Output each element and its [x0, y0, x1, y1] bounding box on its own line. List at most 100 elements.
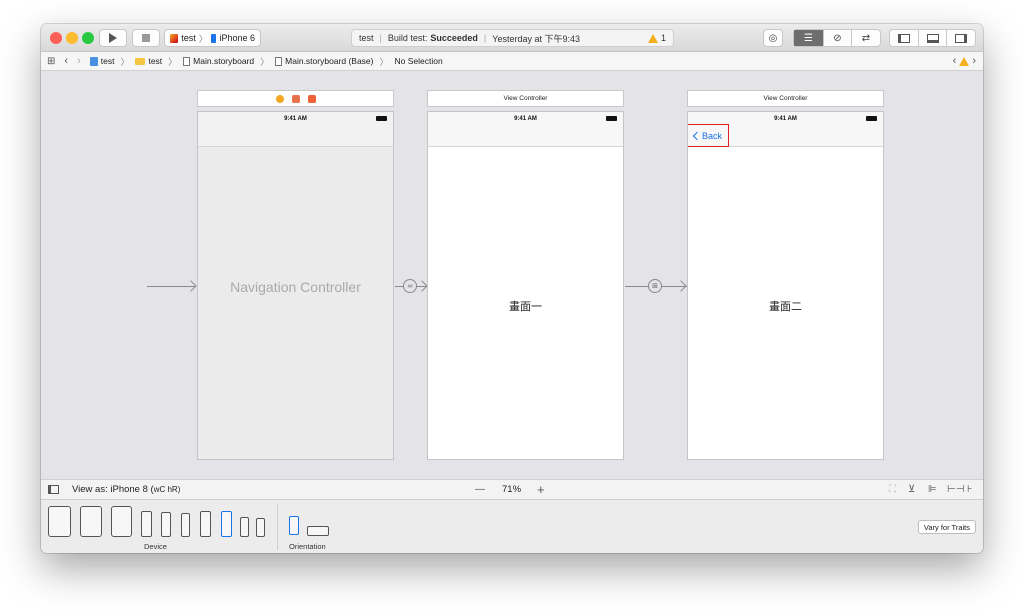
status-bar: 9:41 AM	[198, 112, 393, 126]
show-segue-icon[interactable]: ⊞	[648, 279, 662, 293]
canvas-bottom-bar: View as: iPhone 8 (wC hR) — 71% + ⛶ ⊻ ⊫ …	[41, 479, 983, 500]
device-iphone-x[interactable]	[141, 511, 152, 537]
view-controller-dock-icon[interactable]	[275, 94, 284, 103]
vc1-scene[interactable]: 9:41 AM 畫面一	[427, 111, 624, 460]
debug-toggle-button[interactable]	[919, 30, 948, 46]
device-ipad-pro-12-9[interactable]	[48, 506, 71, 537]
version-editor-button[interactable]: ⇄	[852, 30, 880, 46]
breadcrumb-localization[interactable]: Main.storyboard (Base)	[285, 56, 373, 66]
navigation-bar[interactable]: 9:41 AM	[198, 112, 393, 147]
status-time: Yesterday at 下午9:43	[492, 33, 580, 44]
standard-editor-button[interactable]: ☰	[794, 30, 824, 46]
device-iphone-4s[interactable]	[240, 517, 249, 537]
device-iphone-8[interactable]	[181, 513, 190, 537]
nav-controller-scene-dock[interactable]	[197, 90, 394, 107]
close-window-button[interactable]	[50, 32, 62, 44]
device-iphone-8-plus[interactable]	[161, 512, 171, 537]
relationship-arrow-head	[416, 280, 428, 292]
device-iphone-selected[interactable]	[221, 511, 232, 537]
editor-mode-control: ☰ ⊘ ⇄	[793, 29, 881, 47]
vc2-screen-label[interactable]: 畫面二	[688, 298, 883, 314]
minimize-window-button[interactable]	[66, 32, 78, 44]
zoom-level[interactable]: 71%	[502, 484, 521, 495]
zoom-in-button[interactable]: +	[537, 482, 545, 497]
zoom-out-button[interactable]: —	[475, 484, 485, 495]
orientation-label: Orientation	[289, 542, 326, 551]
breadcrumb-group[interactable]: test	[148, 56, 162, 66]
chevron-right-icon: 〉	[168, 56, 178, 67]
pin-icon[interactable]: ⊢⊣	[947, 484, 964, 495]
resolve-issues-icon[interactable]: ⊦	[967, 484, 972, 495]
first-responder-dock-icon[interactable]	[291, 94, 300, 103]
nav-controller-scene[interactable]: 9:41 AM Navigation Controller	[197, 111, 394, 460]
vc2-navigation-bar[interactable]: 9:41 AM Back	[688, 112, 883, 147]
zoom-window-button[interactable]	[82, 32, 94, 44]
exit-dock-icon[interactable]	[307, 94, 316, 103]
folder-icon	[135, 57, 146, 65]
inspector-toggle-button[interactable]	[947, 30, 975, 46]
library-icon: ◎	[768, 32, 778, 44]
device-configuration-bar: Device Orientation Vary for Traits	[41, 500, 983, 553]
update-frames-icon[interactable]: ⛶	[889, 484, 896, 495]
device-iphone-small[interactable]	[256, 518, 265, 537]
back-button-label: Back	[702, 130, 723, 141]
battery-icon	[376, 116, 387, 121]
orientation-portrait[interactable]	[289, 516, 299, 535]
chevron-right-icon: 〉	[120, 56, 130, 67]
orientation-landscape[interactable]	[307, 526, 329, 536]
chevron-right-icon: 〉	[379, 56, 389, 67]
rings-icon: ⊘	[833, 32, 842, 44]
breadcrumb-project[interactable]: test	[101, 56, 115, 66]
scheme-selector[interactable]: test 〉 iPhone 6	[164, 29, 261, 47]
storyboard-canvas[interactable]: 9:41 AM Navigation Controller ∞ View Con…	[41, 71, 983, 479]
warning-icon[interactable]	[647, 33, 658, 43]
next-issue-icon[interactable]: ›	[972, 55, 976, 67]
status-separator: |	[379, 33, 382, 43]
stop-button[interactable]	[132, 29, 160, 47]
lines-icon: ☰	[804, 32, 813, 44]
issue-warning-icon[interactable]	[959, 56, 970, 66]
device-iphone-se[interactable]	[200, 511, 211, 537]
run-button[interactable]	[99, 29, 127, 47]
vc2-scene[interactable]: 9:41 AM Back 畫面二	[687, 111, 884, 460]
breadcrumb-selection[interactable]: No Selection	[395, 56, 443, 66]
vc2-scene-header[interactable]: View Controller	[687, 90, 884, 107]
panel-toggle-control	[889, 29, 976, 47]
device-ipad-9-7[interactable]	[111, 506, 132, 537]
view-as-label[interactable]: View as: iPhone 8 (wC hR)	[72, 484, 180, 495]
forward-nav-icon[interactable]: ›	[77, 55, 81, 67]
stop-icon	[142, 34, 150, 42]
chevron-right-icon: 〉	[260, 56, 270, 67]
document-outline-toggle-icon[interactable]	[48, 485, 59, 494]
battery-icon	[606, 116, 617, 121]
status-project: test	[359, 33, 374, 43]
scheme-name: test	[181, 33, 196, 43]
library-button[interactable]: ◎	[763, 29, 783, 47]
app-target-icon	[170, 33, 179, 43]
back-button[interactable]: Back	[688, 124, 729, 147]
align-icon[interactable]: ⊫	[928, 484, 937, 495]
storyboard-file-icon	[275, 56, 283, 66]
breadcrumb-file[interactable]: Main.storyboard	[193, 56, 254, 66]
vc1-screen-label[interactable]: 畫面一	[428, 298, 623, 314]
device-ipad-pro-10-5[interactable]	[80, 506, 102, 537]
back-nav-icon[interactable]: ‹	[64, 55, 68, 67]
xcode-window: test 〉 iPhone 6 test | Build test: Succe…	[41, 24, 983, 553]
assistant-editor-button[interactable]: ⊘	[824, 30, 852, 46]
title-bar: test 〉 iPhone 6 test | Build test: Succe…	[41, 24, 983, 52]
related-items-icon[interactable]: ⊞	[47, 56, 55, 67]
warning-count[interactable]: 1	[661, 33, 666, 43]
navigator-toggle-button[interactable]	[890, 30, 919, 46]
iphone-icon	[210, 33, 217, 43]
entry-arrow-head	[185, 280, 197, 292]
relationship-segue-icon[interactable]: ∞	[403, 279, 417, 293]
device-orientation-divider	[277, 504, 278, 550]
breadcrumb: test 〉 test 〉 Main.storyboard 〉 Main.sto…	[89, 55, 443, 68]
vc1-scene-header[interactable]: View Controller	[427, 90, 624, 107]
back-chevron-icon	[692, 131, 702, 140]
embed-in-icon[interactable]: ⊻	[908, 484, 915, 495]
project-icon	[89, 56, 98, 66]
previous-issue-icon[interactable]: ‹	[953, 55, 957, 67]
vary-for-traits-button[interactable]: Vary for Traits	[917, 520, 976, 534]
vc1-navigation-bar[interactable]: 9:41 AM	[428, 112, 623, 147]
